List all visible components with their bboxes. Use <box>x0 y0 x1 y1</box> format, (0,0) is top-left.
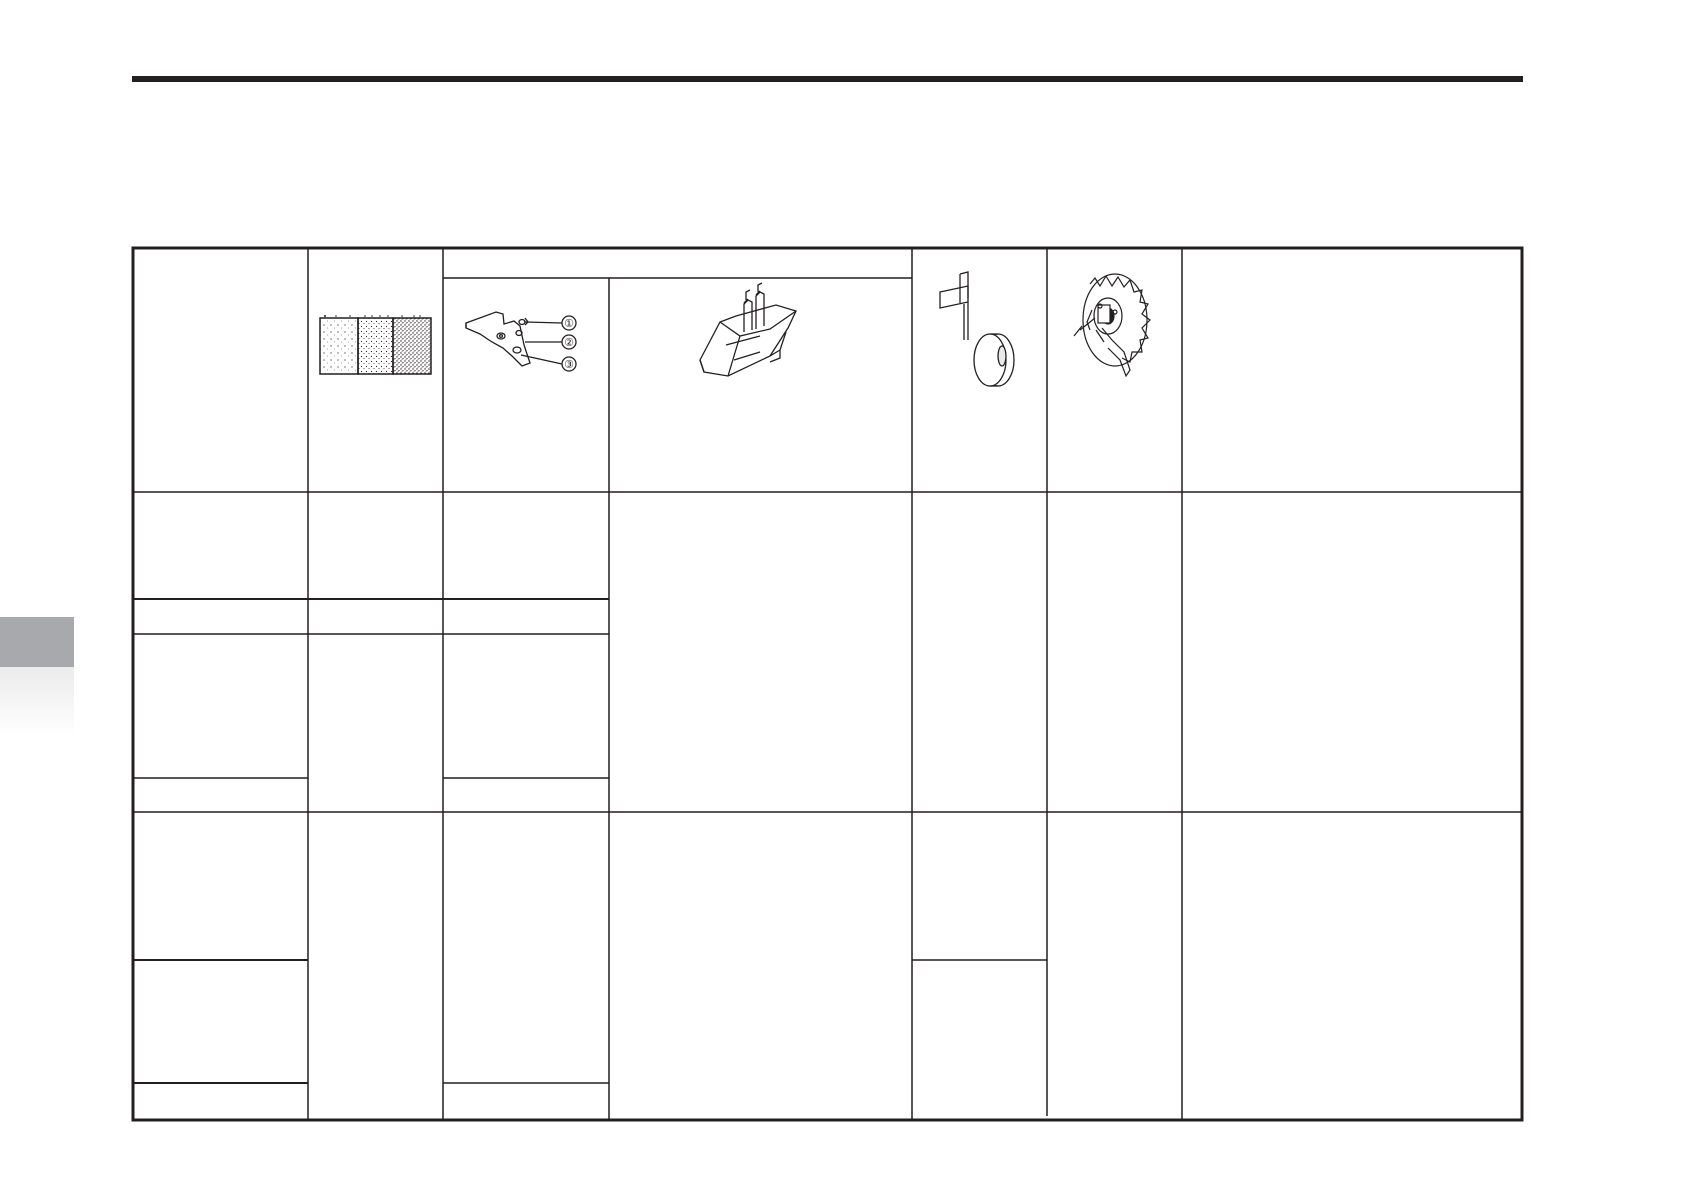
tire-tine-icon <box>1073 273 1151 378</box>
bracket-label-2: ② <box>564 337 574 349</box>
bracket-label-3: ③ <box>564 359 574 371</box>
soil-texture-samples <box>319 315 432 375</box>
bracket-label-1: ① <box>564 318 574 330</box>
depth-bracket-icon <box>465 311 577 372</box>
gauge-wheel-icon <box>939 271 1015 387</box>
control-lever-icon <box>699 282 797 377</box>
settings-table: ① ② ③ <box>131 246 1524 1122</box>
table-border <box>131 246 1524 1122</box>
